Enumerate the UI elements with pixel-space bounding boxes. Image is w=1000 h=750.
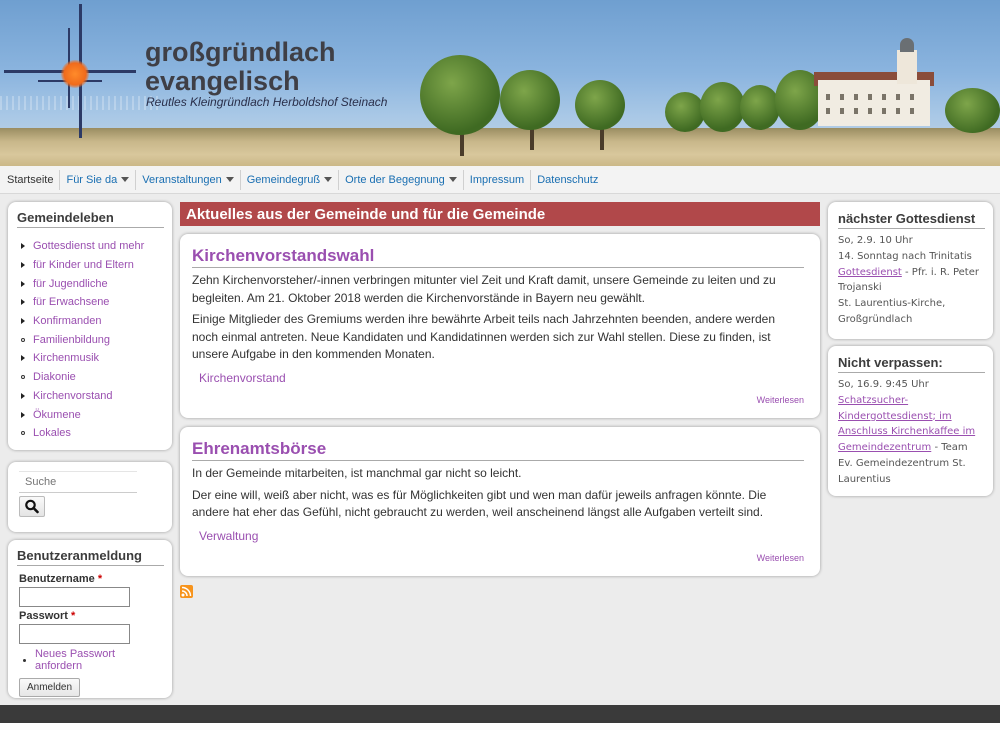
search-input[interactable] xyxy=(19,471,137,493)
article-paragraph: In der Gemeinde mitarbeiten, ist manchma… xyxy=(192,466,522,480)
article-paragraph: Der eine will, weiß aber nicht, was es f… xyxy=(192,487,767,520)
login-title: Benutzeranmeldung xyxy=(17,548,164,566)
next-service-title: nächster Gottesdienst xyxy=(838,211,985,229)
menu-item-familienbildung[interactable]: Familienbildung xyxy=(17,330,164,349)
menu-item-oekumene[interactable]: Ökumene xyxy=(17,405,164,424)
nav-item-startseite[interactable]: Startseite xyxy=(0,170,59,190)
church-image xyxy=(818,80,930,126)
menu-item-gottesdienst[interactable]: Gottesdienst und mehr xyxy=(17,237,164,256)
bullet-icon xyxy=(23,658,26,662)
site-header: großgründlach evangelisch Reutles Kleing… xyxy=(0,0,1000,166)
header-field xyxy=(0,128,1000,166)
circle-bullet-icon xyxy=(21,337,25,342)
site-title-line1[interactable]: großgründlach xyxy=(145,38,336,67)
menu-item-erwachsene[interactable]: für Erwachsene xyxy=(17,293,164,312)
circle-bullet-icon xyxy=(21,375,25,380)
circle-bullet-icon xyxy=(21,431,25,436)
menu-item-kirchenvorstand[interactable]: Kirchenvorstand xyxy=(17,387,164,406)
search-icon[interactable] xyxy=(20,497,44,516)
nav-item-gemeindegruss[interactable]: Gemeindegruß xyxy=(239,169,338,190)
article-card: Ehrenamtsbörse In der Gemeinde mitarbeit… xyxy=(180,427,820,576)
menu-item-diakonie[interactable]: Diakonie xyxy=(17,368,164,387)
new-password-link[interactable]: Neues Passwort anfordern xyxy=(19,648,164,672)
username-field[interactable] xyxy=(19,587,130,607)
article-title[interactable]: Ehrenamtsbörse xyxy=(192,439,804,461)
dropdown-arrow-icon[interactable] xyxy=(225,177,234,182)
next-service-location: St. Laurentius-Kirche, Großgründlach xyxy=(838,298,946,325)
nav-item-orte-der-begegnung[interactable]: Orte der Begegnung xyxy=(338,169,463,190)
rss-icon[interactable] xyxy=(180,585,193,598)
search-button[interactable] xyxy=(19,496,45,517)
dont-miss-panel: Nicht verpassen: So, 16.9. 9:45 Uhr Scha… xyxy=(828,346,993,496)
arrow-bullet-icon xyxy=(21,299,25,306)
username-label: Benutzername * xyxy=(19,573,103,585)
footer-bar xyxy=(0,705,1000,723)
gemeindeleben-menu-panel: Gemeindeleben Gottesdienst und mehr für … xyxy=(8,202,172,450)
article-title[interactable]: Kirchenvorstandswahl xyxy=(192,246,804,268)
service-link[interactable]: Gottesdienst xyxy=(838,267,902,278)
password-label: Passwort * xyxy=(19,610,76,622)
menu-item-kirchenmusik[interactable]: Kirchenmusik xyxy=(17,349,164,368)
nav-item-fuer-sie-da[interactable]: Für Sie da xyxy=(59,169,135,190)
dropdown-arrow-icon[interactable] xyxy=(324,177,333,182)
main-section-title: Aktuelles aus der Gemeinde und für die G… xyxy=(180,202,820,226)
arrow-bullet-icon xyxy=(21,262,25,269)
article-tag[interactable]: Kirchenvorstand xyxy=(199,371,804,385)
article-card: Kirchenvorstandswahl Zehn Kirchenvorsteh… xyxy=(180,234,820,418)
nav-item-veranstaltungen[interactable]: Veranstaltungen xyxy=(135,169,240,190)
next-service-panel: nächster Gottesdienst So, 2.9. 10 Uhr 14… xyxy=(828,202,993,339)
tree-image xyxy=(420,55,500,135)
dont-miss-title: Nicht verpassen: xyxy=(838,355,985,373)
dont-miss-details: Schatzsucher-Kindergottesdienst; im Ansc… xyxy=(838,394,976,485)
menu-item-konfirmanden[interactable]: Konfirmanden xyxy=(17,312,164,331)
page-bottom xyxy=(0,723,1000,750)
read-more-link[interactable]: Weiterlesen xyxy=(757,553,804,563)
arrow-bullet-icon xyxy=(21,411,25,418)
search-panel xyxy=(8,462,172,532)
read-more-link[interactable]: Weiterlesen xyxy=(757,395,804,405)
next-service-date: So, 2.9. 10 Uhr xyxy=(838,235,913,246)
next-service-details: Gottesdienst - Pfr. i. R. Peter Trojansk… xyxy=(838,266,979,294)
login-button[interactable]: Anmelden xyxy=(19,678,80,697)
dropdown-arrow-icon[interactable] xyxy=(121,177,130,182)
menu-list: Gottesdienst und mehr für Kinder und Elt… xyxy=(17,237,164,443)
arrow-bullet-icon xyxy=(21,392,25,399)
article-tag[interactable]: Verwaltung xyxy=(199,529,804,543)
login-panel: Benutzeranmeldung Benutzername * Passwor… xyxy=(8,540,172,698)
menu-item-jugendliche[interactable]: für Jugendliche xyxy=(17,274,164,293)
article-paragraph: Einige Mitglieder des Gremiums werden ih… xyxy=(192,312,776,361)
nav-item-datenschutz[interactable]: Datenschutz xyxy=(530,169,604,190)
dont-miss-date: So, 16.9. 9:45 Uhr xyxy=(838,379,929,390)
arrow-bullet-icon xyxy=(21,318,25,325)
password-field[interactable] xyxy=(19,624,130,644)
arrow-bullet-icon xyxy=(21,355,25,362)
arrow-bullet-icon xyxy=(21,243,25,250)
menu-item-lokales[interactable]: Lokales xyxy=(17,424,164,443)
site-title[interactable]: großgründlach evangelisch xyxy=(145,38,336,96)
dropdown-arrow-icon[interactable] xyxy=(448,177,457,182)
site-slogan: Reutles Kleingründlach Herboldshof Stein… xyxy=(146,95,388,109)
menu-item-kinder-eltern[interactable]: für Kinder und Eltern xyxy=(17,256,164,275)
next-service-occasion: 14. Sonntag nach Trinitatis xyxy=(838,250,972,262)
site-title-line2[interactable]: evangelisch xyxy=(145,67,336,96)
menu-title: Gemeindeleben xyxy=(17,210,164,228)
arrow-bullet-icon xyxy=(21,280,25,287)
main-navigation: Startseite Für Sie da Veranstaltungen Ge… xyxy=(0,166,1000,194)
nav-item-impressum[interactable]: Impressum xyxy=(462,169,530,190)
article-paragraph: Zehn Kirchenvorsteher/-innen verbringen … xyxy=(192,273,776,305)
